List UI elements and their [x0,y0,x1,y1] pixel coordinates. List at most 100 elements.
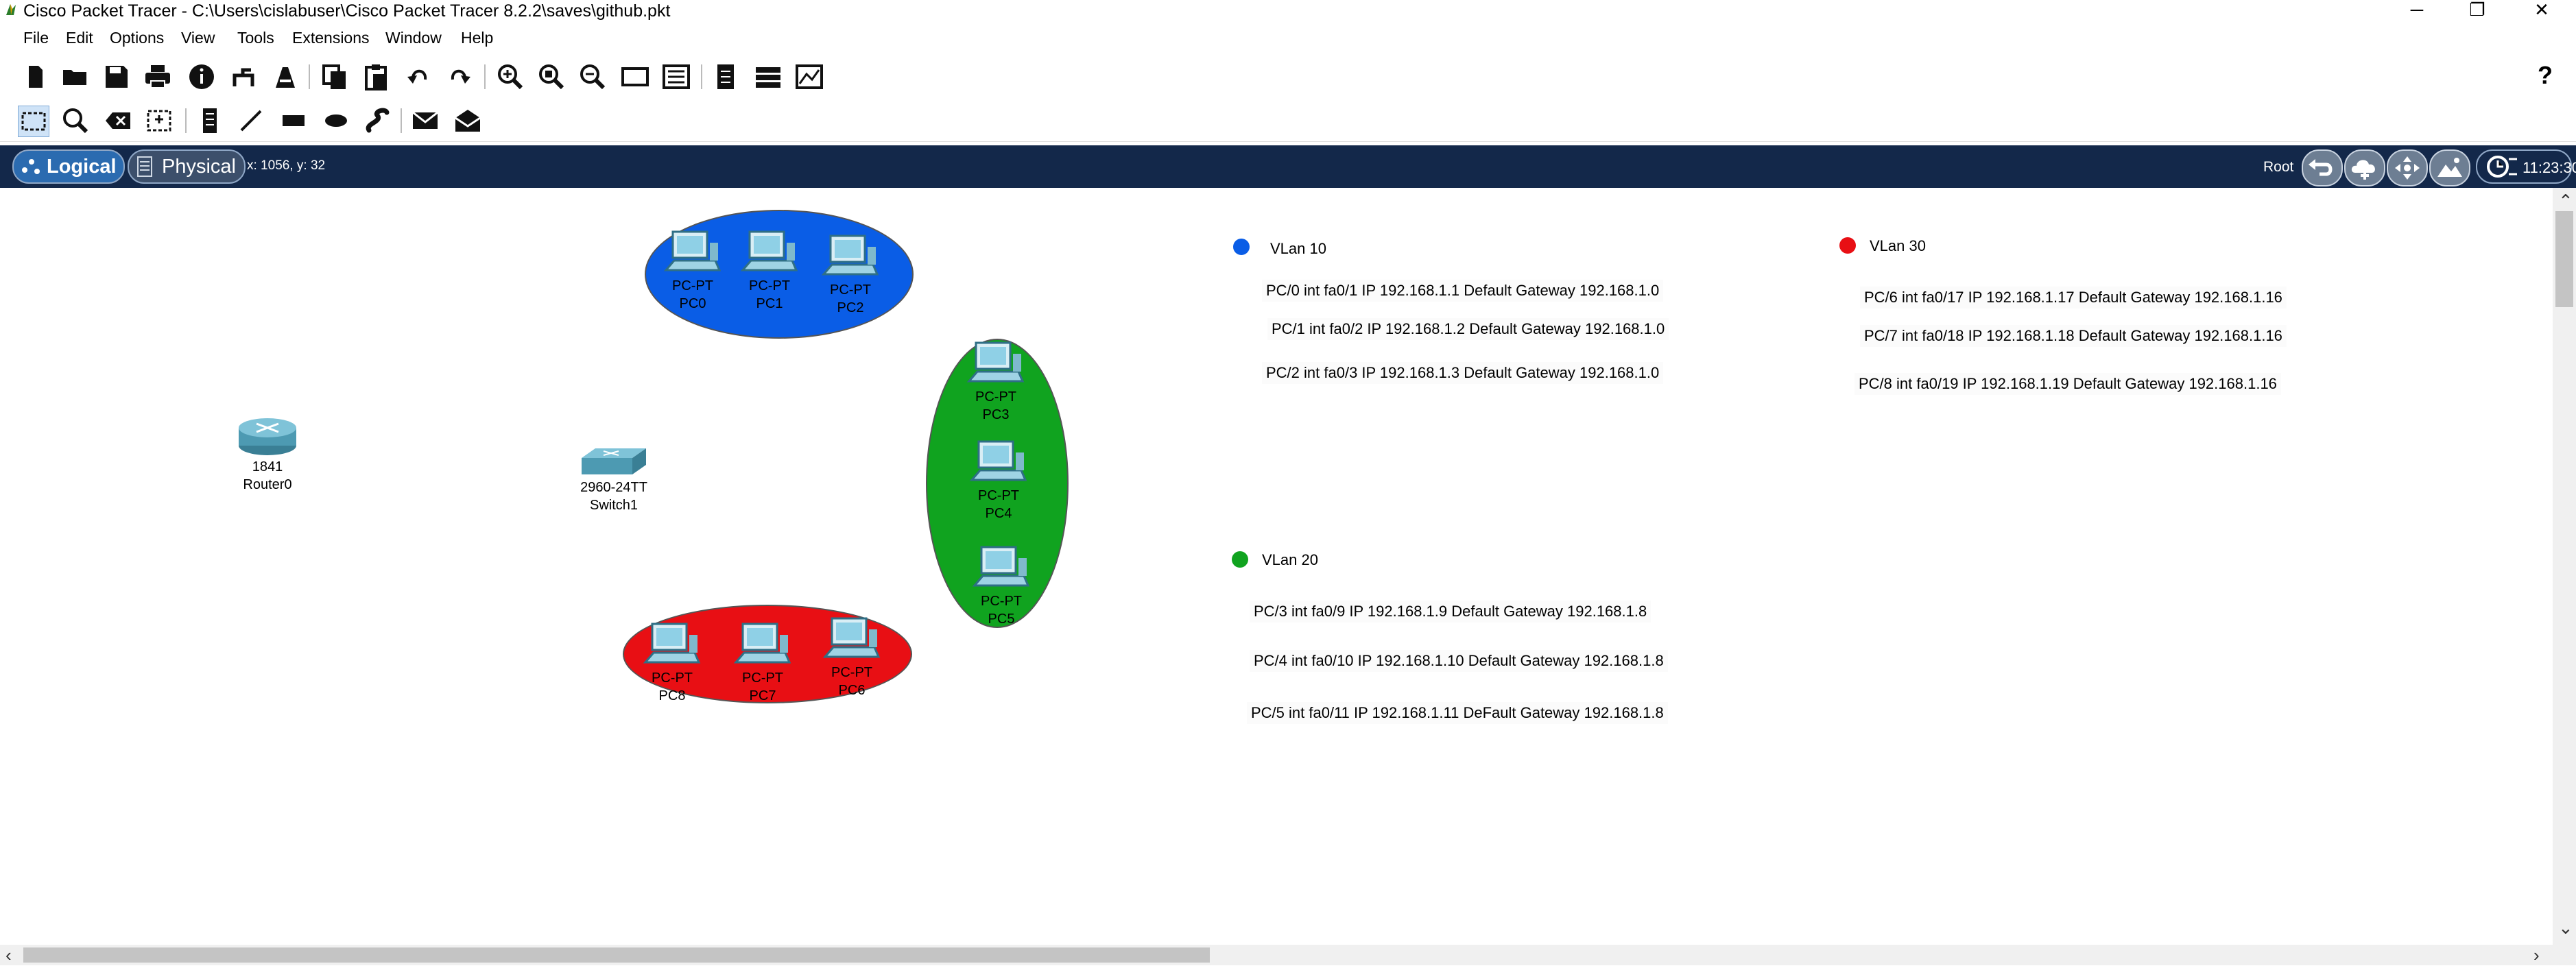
close-button[interactable]: ✕ [2521,0,2562,21]
switch-name: Switch1 [589,498,639,513]
save-icon[interactable] [102,62,132,92]
vlan30-marker [1839,237,1856,254]
set-background-icon[interactable] [2429,149,2470,186]
menu-view[interactable]: View [181,27,215,48]
vlan20-title[interactable]: VLan 20 [1262,551,1318,569]
menu-edit[interactable]: Edit [66,27,93,48]
restore-button[interactable]: ❐ [2457,0,2498,21]
physical-tab[interactable]: Physical [128,149,246,184]
viewport-icon[interactable] [794,62,824,92]
vlan10-note[interactable]: PC/0 int fa0/1 IP 192.168.1.1 Default Ga… [1262,280,1664,302]
vlan30-note[interactable]: PC/7 int fa0/18 IP 192.168.1.18 Default … [1860,325,2287,347]
paste-icon[interactable] [361,62,391,92]
menu-window[interactable]: Window [385,27,442,48]
pc-device[interactable]: PC-PT PC5 [967,544,1036,628]
copy-icon[interactable] [320,62,350,92]
scroll-up-icon[interactable]: ⌃ [2558,191,2573,212]
new-file-icon[interactable] [21,62,51,92]
pc-name: PC1 [756,296,783,311]
switch-device[interactable]: 2960-24TT Switch1 [569,444,658,514]
pc-device[interactable]: PC-PT PC3 [962,340,1030,424]
pc-device[interactable]: PC-PT PC7 [728,621,797,705]
pc-device[interactable]: PC-PT PC2 [816,233,885,317]
cloud-new-cluster-icon[interactable] [2344,149,2385,186]
line-draw-icon[interactable] [236,106,266,136]
menu-file[interactable]: File [23,27,49,48]
note-tool-icon[interactable] [195,106,225,136]
pc-type: PC-PT [652,671,693,686]
vlan30-note[interactable]: PC/6 int fa0/17 IP 192.168.1.17 Default … [1860,287,2287,309]
ellipse-draw-icon[interactable] [321,106,351,136]
pc-name: PC8 [658,688,686,703]
help-button[interactable]: ? [2538,62,2553,89]
scroll-left-icon[interactable]: ‹ [5,945,12,966]
horizontal-scrollbar[interactable]: ‹ › [0,945,2576,965]
pc-type: PC-PT [831,665,872,680]
back-icon[interactable] [2302,149,2343,186]
add-complex-pdu-icon[interactable] [453,106,483,136]
vlan10-note[interactable]: PC/2 int fa0/3 IP 192.168.1.3 Default Ga… [1262,362,1664,384]
pc-type: PC-PT [975,389,1016,404]
print-icon[interactable] [143,62,173,92]
vlan20-note[interactable]: PC/3 int fa0/9 IP 192.168.1.9 Default Ga… [1250,601,1651,623]
move-object-icon[interactable] [2387,149,2428,186]
simulation-clock[interactable]: 11:23:30 [2476,149,2576,184]
pc-name: PC3 [982,407,1010,422]
menu-options[interactable]: Options [110,27,164,48]
note-icon[interactable] [711,62,741,92]
activity-wizard-icon[interactable] [270,62,300,92]
select-icon[interactable] [18,106,49,137]
scroll-right-icon[interactable]: › [2533,945,2540,966]
pc-device[interactable]: PC-PT PC6 [818,616,886,699]
pc-icon [972,546,1030,587]
pc-device[interactable]: PC-PT PC1 [735,229,804,313]
logical-tab[interactable]: Logical [12,149,125,184]
pc-name: PC0 [679,296,706,311]
vertical-scroll-thumb[interactable] [2555,211,2573,307]
router-model: 1841 [252,459,283,474]
horizontal-scroll-thumb[interactable] [23,947,1210,963]
pc-device[interactable]: PC-PT PC4 [964,439,1033,522]
zoom-reset-icon[interactable] [536,62,567,92]
custom-device-icon[interactable] [661,62,691,92]
pc-name: PC7 [749,688,776,703]
palette-icon[interactable] [753,62,783,92]
zoom-out-icon[interactable] [577,62,608,92]
vlan10-title[interactable]: VLan 10 [1270,240,1326,258]
freeform-draw-icon[interactable] [362,106,392,136]
undo-icon[interactable] [403,62,433,92]
window-title: Cisco Packet Tracer - C:\Users\cislabuse… [23,1,671,21]
scroll-down-icon[interactable]: ⌄ [2558,917,2573,939]
resize-shape-icon[interactable] [144,106,174,136]
vertical-scrollbar[interactable]: ⌃ ⌄ [2553,188,2576,946]
vlan30-title[interactable]: VLan 30 [1870,237,1926,255]
toolbar-separator [484,64,486,89]
add-simple-pdu-icon[interactable] [410,106,440,136]
vlan20-note[interactable]: PC/4 int fa0/10 IP 192.168.1.10 Default … [1250,650,1668,672]
pc-type: PC-PT [749,278,790,293]
inspect-icon[interactable] [60,106,91,136]
pc-icon [740,230,798,271]
info-icon[interactable] [187,62,217,92]
pc-icon [821,234,879,276]
rectangle-draw-icon[interactable] [278,106,309,136]
pc-device[interactable]: PC-PT PC0 [658,229,727,313]
vlan10-note[interactable]: PC/1 int fa0/2 IP 192.168.1.2 Default Ga… [1267,318,1669,340]
router-device[interactable]: 1841 Router0 [226,415,309,494]
pc-device[interactable]: PC-PT PC8 [638,621,706,705]
vlan20-note[interactable]: PC/5 int fa0/11 IP 192.168.1.11 DeFault … [1247,702,1668,724]
menu-help[interactable]: Help [461,27,493,48]
open-folder-icon[interactable] [60,62,91,92]
delete-icon[interactable] [103,106,133,136]
physical-tab-label: Physical [162,156,236,178]
pc-type: PC-PT [830,282,871,298]
vlan30-note[interactable]: PC/8 int fa0/19 IP 192.168.1.19 Default … [1855,373,2281,395]
minimize-button[interactable]: ─ [2396,0,2437,21]
menu-extensions[interactable]: Extensions [292,27,370,48]
zoom-in-icon[interactable] [495,62,525,92]
rectangle-view-icon[interactable] [620,62,650,92]
network-wizard-icon[interactable] [229,62,259,92]
menu-tools[interactable]: Tools [237,27,274,48]
logical-workspace[interactable]: 1841 Router0 2960-24TT Switch1 PC-PT PC0… [0,188,2560,946]
redo-icon[interactable] [444,62,475,92]
